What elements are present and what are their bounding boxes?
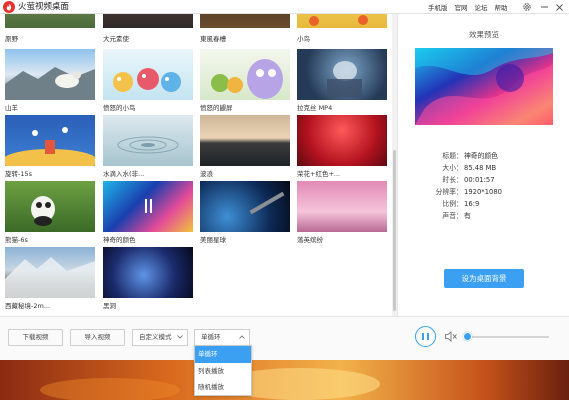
top-links: 手机版 官网 论坛 帮助: [428, 0, 508, 14]
preview-image: [415, 48, 553, 125]
video-thumbnail[interactable]: [103, 181, 193, 232]
video-thumbnail[interactable]: [200, 49, 290, 100]
import-video-button[interactable]: 导入视频: [70, 329, 125, 346]
video-title: 西藏秘境-2m...: [5, 302, 51, 310]
video-title: 山羊: [5, 104, 18, 112]
info-key: 大小: [442, 164, 456, 172]
video-thumbnail[interactable]: [103, 247, 193, 298]
bird-art-icon: [309, 15, 368, 26]
website-link[interactable]: 官网: [455, 2, 468, 12]
video-title: 原野: [5, 35, 18, 43]
video-thumbnail[interactable]: [200, 14, 290, 28]
loop-select[interactable]: 单循环: [194, 329, 250, 346]
chevron-up-icon: [239, 335, 245, 339]
video-thumbnail[interactable]: [103, 115, 193, 166]
video-thumbnail[interactable]: [297, 14, 387, 28]
volume-slider-knob[interactable]: [463, 332, 472, 341]
video-info: 标题：神奇的颜色 大小： 85.48 MB 时长： 00:01:57 分辨率： 192…: [433, 150, 502, 222]
video-title: 神奇的颜色: [103, 236, 136, 244]
info-value: 16:9: [464, 200, 480, 208]
video-thumbnail[interactable]: [200, 115, 290, 166]
minimize-button[interactable]: [538, 0, 551, 14]
pause-button[interactable]: [415, 326, 436, 347]
mode-select[interactable]: 自定义模式: [132, 329, 188, 346]
close-button[interactable]: [553, 0, 566, 14]
info-value: 00:01:57: [464, 176, 495, 184]
video-title: 美丽星球: [200, 236, 226, 244]
minimize-icon: [541, 6, 548, 8]
video-title: 熊猫-6s: [5, 236, 28, 244]
preview-title: 效果预览: [469, 30, 499, 39]
video-title: 水滴入水(非...: [103, 170, 145, 178]
app-title: 火萤视频桌面: [18, 2, 70, 12]
video-title: 東風春槽: [200, 35, 226, 43]
info-key: 声音: [442, 212, 456, 220]
mobile-link[interactable]: 手机版: [428, 2, 448, 12]
video-title: 愤怒的小鸟: [103, 104, 136, 112]
forum-link[interactable]: 论坛: [475, 2, 488, 12]
video-thumbnail[interactable]: [297, 49, 387, 100]
video-thumbnail[interactable]: [103, 49, 193, 100]
video-thumbnail[interactable]: [5, 181, 95, 232]
video-thumbnail[interactable]: [200, 181, 290, 232]
mode-select-value: 自定义模式: [139, 333, 172, 341]
bottom-toolbar: 下载视频 导入视频 自定义模式 单循环: [0, 316, 569, 360]
loop-dropdown-menu: 单循环 列表播放 随机播放: [194, 345, 252, 396]
video-thumbnail[interactable]: [297, 181, 387, 232]
video-title: 落英缤纷: [297, 236, 323, 244]
video-thumbnail[interactable]: [5, 247, 95, 298]
info-key: 标题: [442, 152, 456, 160]
video-title: 波浪: [200, 170, 213, 178]
video-thumbnail[interactable]: [5, 49, 95, 100]
info-value: 85.48 MB: [464, 164, 497, 172]
settings-gear-icon[interactable]: [522, 2, 532, 12]
app-logo-icon: [3, 1, 15, 13]
speaker-muted-icon[interactable]: [445, 331, 457, 342]
video-thumbnail[interactable]: [103, 14, 193, 28]
title-bar: 火萤视频桌面 手机版 官网 论坛 帮助: [0, 0, 569, 14]
grid-scrollbar-thumb[interactable]: [393, 150, 396, 311]
info-key: 比例: [442, 200, 456, 208]
video-grid: 原野 大元素使 東風春槽 小鸟 山羊 愤怒的小鸟 愤怒的鼹屏 拉克丝 MP4 旋…: [0, 14, 397, 316]
help-link[interactable]: 帮助: [495, 2, 508, 12]
video-title: 荣花+红色+...: [297, 170, 341, 178]
info-value: 有: [464, 212, 471, 220]
video-thumbnail[interactable]: [5, 14, 95, 28]
volume-track[interactable]: [469, 336, 549, 338]
loop-option-list[interactable]: 列表播放: [195, 363, 251, 380]
set-wallpaper-button[interactable]: 设为桌面背景: [444, 269, 524, 288]
desktop-background: [0, 360, 569, 400]
video-title: 大元素使: [103, 35, 129, 43]
loop-option-single[interactable]: 单循环: [195, 346, 251, 363]
video-title: 旋转-15s: [5, 170, 33, 178]
info-key: 分辨率: [435, 188, 456, 196]
info-value: 1920*1080: [464, 188, 502, 196]
close-icon: [556, 4, 563, 11]
info-value: 神奇的颜色: [464, 152, 498, 160]
preview-panel: 效果预览 标题：神奇的颜色 大小： 85.48 MB 时长： 00:01:57 分辨…: [397, 14, 569, 316]
video-thumbnail[interactable]: [297, 115, 387, 166]
video-title: 小鸟: [297, 35, 310, 43]
video-title: 黑洞: [103, 302, 116, 310]
video-title: 拉克丝 MP4: [297, 104, 333, 112]
download-video-button[interactable]: 下载视频: [8, 329, 63, 346]
pause-icon: [422, 333, 424, 340]
video-thumbnail[interactable]: [5, 115, 95, 166]
loop-option-random[interactable]: 随机播放: [195, 379, 251, 396]
info-key: 时长: [442, 176, 456, 184]
video-title: 愤怒的鼹屏: [200, 104, 233, 112]
chevron-down-icon: [177, 335, 183, 339]
loop-select-value: 单循环: [201, 333, 221, 341]
